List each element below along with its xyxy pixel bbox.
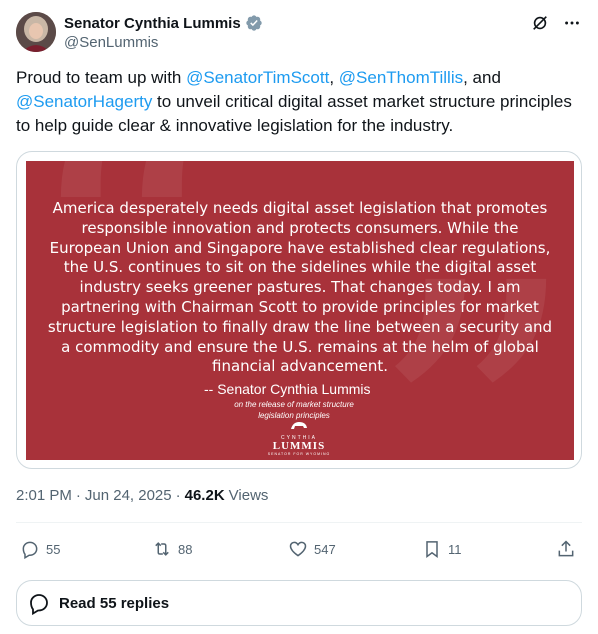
quote-text: America desperately needs digital asset … xyxy=(47,199,553,376)
verified-badge-icon[interactable] xyxy=(245,14,263,32)
repost-button[interactable]: 88 xyxy=(152,535,192,563)
display-name[interactable]: Senator Cynthia Lummis xyxy=(64,15,241,32)
mention-link[interactable]: @SenThomTillis xyxy=(339,68,463,87)
more-options-icon[interactable] xyxy=(562,13,582,33)
bison-icon xyxy=(291,422,307,429)
divider xyxy=(16,522,582,523)
avatar-image xyxy=(16,12,56,52)
share-button[interactable] xyxy=(556,535,576,563)
like-count: 547 xyxy=(314,541,336,557)
attribution-name: -- Senator Cynthia Lummis xyxy=(204,381,371,397)
heart-icon xyxy=(289,541,307,557)
mention-link[interactable]: @SenatorTimScott xyxy=(186,68,329,87)
like-button[interactable]: 547 xyxy=(288,535,336,563)
repost-icon xyxy=(155,542,169,556)
tweet-time[interactable]: 2:01 PM xyxy=(16,487,72,504)
tweet-text-part: , xyxy=(329,68,339,87)
tweet-text: Proud to team up with @SenatorTimScott , … xyxy=(16,66,576,138)
meta-separator: · xyxy=(175,487,181,504)
reply-bubble-icon xyxy=(30,594,48,615)
read-replies-label: Read 55 replies xyxy=(59,594,170,612)
action-bar: 55 88 547 11 xyxy=(16,535,582,563)
header-actions xyxy=(530,12,582,34)
repost-count: 88 xyxy=(178,541,193,557)
tweet-meta: 2:01 PM · Jun 24, 2025 · 46.2K Views xyxy=(16,487,268,504)
bookmark-icon xyxy=(426,541,438,558)
read-replies-button[interactable]: Read 55 replies xyxy=(16,580,582,626)
reply-button[interactable]: 55 xyxy=(20,535,60,563)
author-handle[interactable]: @SenLummis xyxy=(64,34,263,51)
media-card[interactable]: “ ” America desperately needs digital as… xyxy=(16,151,582,469)
grok-icon[interactable] xyxy=(530,13,550,33)
meta-separator: · xyxy=(75,487,81,504)
quote-attribution: -- Senator Cynthia Lummis on the release… xyxy=(204,381,404,421)
avatar[interactable] xyxy=(16,12,56,52)
tweet-text-part: Proud to team up with xyxy=(16,68,187,87)
views-label: Views xyxy=(228,487,269,504)
quote-image: “ ” America desperately needs digital as… xyxy=(26,161,574,460)
bookmark-button[interactable]: 11 xyxy=(422,535,462,563)
tweet-header: Senator Cynthia Lummis @SenLummis xyxy=(16,12,582,52)
logo-main-text: LUMMIS xyxy=(272,440,326,452)
lummis-logo: CYNTHIA LUMMIS SENATOR FOR WYOMING xyxy=(264,417,334,456)
mention-link[interactable]: @SenatorHagerty xyxy=(16,92,152,111)
share-icon xyxy=(558,540,574,557)
reply-icon xyxy=(22,541,38,559)
reply-count: 55 xyxy=(46,541,61,557)
bookmark-count: 11 xyxy=(448,541,462,557)
tweet-date[interactable]: Jun 24, 2025 xyxy=(85,487,172,504)
tweet-text-part: , and xyxy=(463,68,501,87)
logo-sub-text: SENATOR FOR WYOMING xyxy=(267,452,331,456)
author-names: Senator Cynthia Lummis @SenLummis xyxy=(64,13,263,51)
views-count: 46.2K xyxy=(184,487,225,504)
